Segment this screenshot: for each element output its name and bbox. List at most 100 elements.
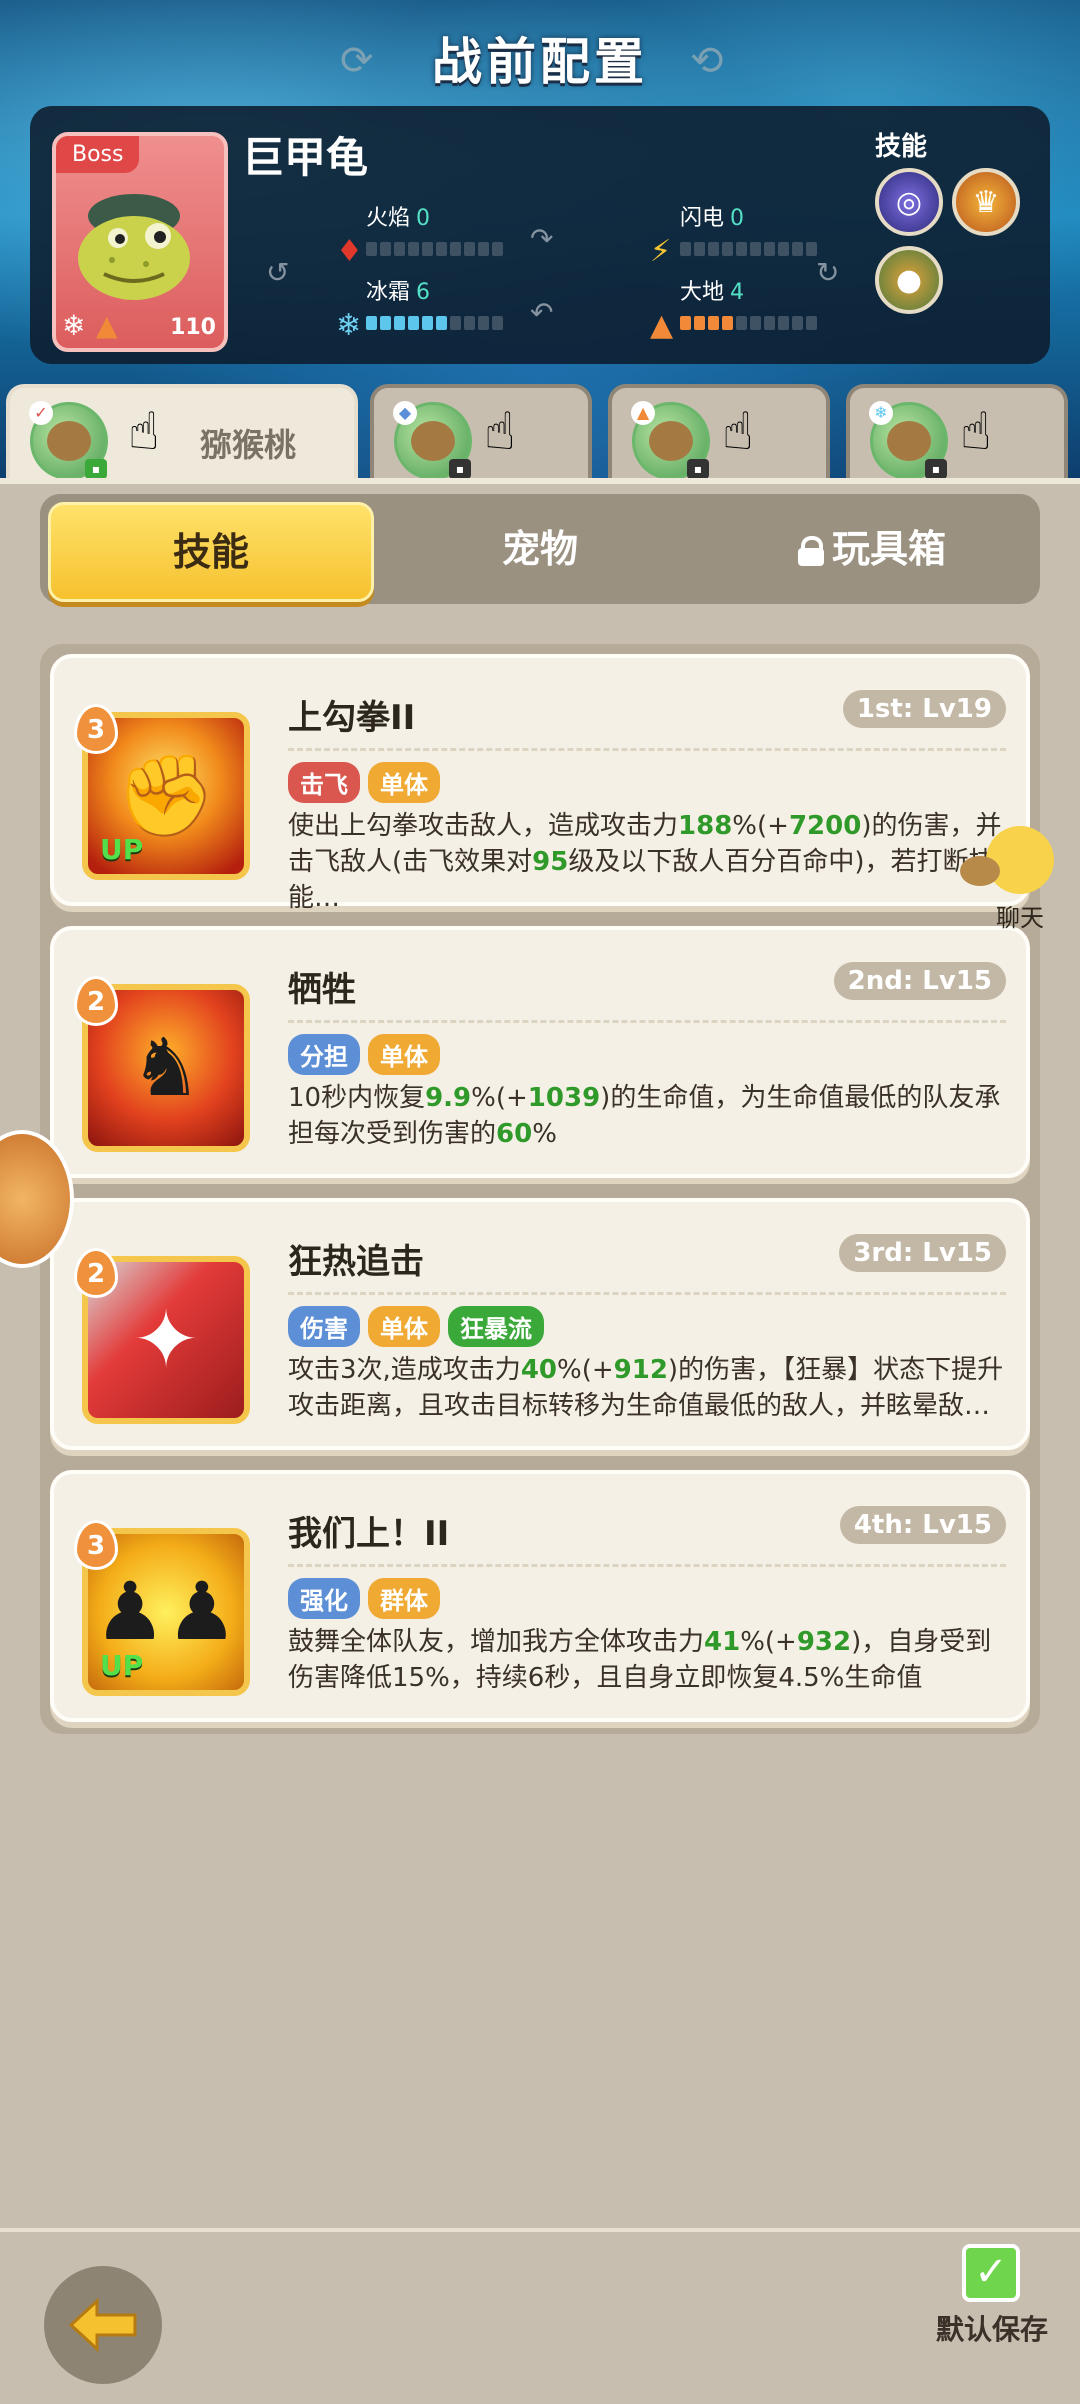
level-segment bbox=[380, 316, 391, 330]
skill-list: ✊ UP 3 上勾拳II 1st: Lv19 击飞 单体 使出上勾拳攻击敌人，造… bbox=[40, 644, 1040, 1734]
skill-description: 攻击3次,造成攻击力40%(+912)的伤害，【狂暴】状态下提升攻击距离，且攻击… bbox=[288, 1355, 1004, 1421]
stat-lightning-label: 闪电 bbox=[680, 206, 725, 231]
back-arrow-icon bbox=[68, 2297, 137, 2353]
stat-earth-value: 4 bbox=[730, 280, 745, 305]
lightning-level-bar bbox=[680, 242, 817, 256]
character-tab-2[interactable]: ◆ ▪ ☝ bbox=[370, 384, 592, 484]
slot-badge-icon: ▪ bbox=[449, 459, 471, 479]
level-segment bbox=[408, 242, 419, 256]
level-segment bbox=[680, 316, 691, 330]
level-segment bbox=[492, 316, 503, 330]
skill-title: 上勾拳II bbox=[288, 698, 416, 738]
level-segment bbox=[436, 242, 447, 256]
level-segment bbox=[464, 242, 475, 256]
stat-ice-value: 6 bbox=[416, 280, 431, 305]
tag-damage: 伤害 bbox=[288, 1306, 360, 1347]
category-tab-bar: 技能 宠物 玩具箱 bbox=[40, 494, 1040, 604]
level-segment bbox=[750, 316, 761, 330]
stat-earth: 大地 4 ▲ bbox=[650, 274, 817, 343]
skill-tags: 分担 单体 bbox=[288, 1034, 440, 1075]
level-segment bbox=[694, 316, 705, 330]
skill-title: 狂热追击 bbox=[288, 1242, 424, 1282]
skill-level-pill: 4th: Lv15 bbox=[839, 1506, 1006, 1544]
tap-hand-icon: ☝ bbox=[960, 402, 992, 462]
boss-skill-crown-icon[interactable]: ♛ bbox=[952, 168, 1020, 236]
level-segment bbox=[764, 242, 775, 256]
character-name: 猕猴桃 bbox=[200, 426, 297, 464]
equipped-badge-icon: ▪ bbox=[85, 459, 107, 479]
giant-turtle-portrait-icon bbox=[78, 194, 190, 300]
skill-card[interactable]: ♞ 2 牺牲 2nd: Lv15 分担 单体 10秒内恢复9.9%(+1039)… bbox=[50, 926, 1030, 1178]
tag-group: 群体 bbox=[368, 1578, 440, 1619]
skill-description: 使出上勾拳攻击敌人，造成攻击力188%(+7200)的伤害，并击飞敌人(击飞效果… bbox=[288, 811, 1002, 913]
cycle-arrow-icon: ↻ bbox=[816, 256, 840, 289]
lightning-element-dot-icon: ◆ bbox=[393, 401, 417, 425]
tag-buff: 强化 bbox=[288, 1578, 360, 1619]
skill-level-pill: 3rd: Lv15 bbox=[839, 1234, 1006, 1272]
default-save-label: 默认保存 bbox=[936, 2313, 1049, 2346]
stat-lightning: 闪电 0 ⚡ bbox=[650, 200, 817, 269]
ice-icon: ❄ bbox=[336, 308, 362, 343]
slot-badge-icon: ▪ bbox=[687, 459, 709, 479]
skill-card[interactable]: ✦ 2 狂热追击 3rd: Lv15 伤害 单体 狂暴流 攻击3次,造成攻击力4… bbox=[50, 1198, 1030, 1450]
level-segment bbox=[436, 316, 447, 330]
level-segment bbox=[380, 242, 391, 256]
boss-name: 巨甲龟 bbox=[242, 133, 369, 182]
skill-description: 鼓舞全体队友，增加我方全体攻击力41%(+932)，自身受到伤害降低15%，持续… bbox=[288, 1627, 992, 1693]
fire-level-bar bbox=[366, 242, 503, 256]
tag-berserk: 狂暴流 bbox=[448, 1306, 544, 1347]
level-segment bbox=[492, 242, 503, 256]
boss-portrait[interactable]: Boss ❄ ▲ 110 bbox=[52, 132, 228, 352]
skill-level-pill: 1st: Lv19 bbox=[842, 690, 1006, 728]
lightning-icon: ⚡ bbox=[650, 234, 672, 269]
level-segment bbox=[422, 242, 433, 256]
level-segment bbox=[394, 316, 405, 330]
level-segment bbox=[394, 242, 405, 256]
tab-skills[interactable]: 技能 bbox=[48, 502, 374, 602]
cycle-arrow-icon: ↶ bbox=[530, 296, 554, 329]
level-segment bbox=[464, 316, 475, 330]
tab-toybox[interactable]: 玩具箱 bbox=[712, 502, 1032, 596]
chat-button[interactable]: 聊天 bbox=[960, 826, 1070, 933]
level-segment bbox=[450, 316, 461, 330]
level-segment bbox=[408, 316, 419, 330]
character-tab-1[interactable]: ✓ ▪ ☝ 猕猴桃 bbox=[6, 384, 358, 484]
earth-level-bar bbox=[680, 316, 817, 330]
character-avatar: ▲ ▪ bbox=[631, 401, 710, 480]
lock-icon bbox=[797, 536, 824, 566]
tab-pets[interactable]: 宠物 bbox=[380, 502, 700, 596]
character-avatar: ❄ ▪ bbox=[869, 401, 948, 480]
default-save-checkbox[interactable]: ✓ bbox=[962, 2244, 1020, 2302]
tap-hand-icon: ☝ bbox=[722, 402, 754, 462]
page-title: 战前配置 bbox=[432, 33, 648, 91]
tap-hand-icon: ☝ bbox=[484, 402, 516, 462]
character-face-icon bbox=[649, 421, 693, 461]
tag-single-target: 单体 bbox=[368, 1306, 440, 1347]
level-segment bbox=[764, 316, 775, 330]
level-segment bbox=[722, 316, 733, 330]
character-face-icon bbox=[47, 421, 91, 461]
level-segment bbox=[792, 316, 803, 330]
boss-skill-vortex-icon[interactable]: ◎ bbox=[875, 168, 943, 236]
skill-card[interactable]: ♟♟ UP 3 我们上！II 4th: Lv15 强化 群体 鼓舞全体队友，增加… bbox=[50, 1470, 1030, 1722]
boss-level: 110 bbox=[170, 315, 216, 340]
back-button[interactable] bbox=[44, 2266, 162, 2384]
fire-icon: ♦ bbox=[336, 234, 363, 269]
level-segment bbox=[778, 316, 789, 330]
boss-info-panel: Boss ❄ ▲ 110 巨甲龟 火焰 0 ♦ 闪电 0 ⚡ 冰霜 6 ❄ 大地… bbox=[30, 106, 1050, 364]
config-panel: 技能 宠物 玩具箱 ✊ UP 3 上勾拳II 1st: Lv19 击飞 单体 使… bbox=[0, 478, 1080, 2234]
character-tab-3[interactable]: ▲ ▪ ☝ bbox=[608, 384, 830, 484]
skill-tags: 强化 群体 bbox=[288, 1578, 440, 1619]
character-face-icon bbox=[887, 421, 931, 461]
earth-element-icon: ▲ bbox=[96, 309, 118, 342]
bottom-bar: ✓ 默认保存 bbox=[0, 2228, 1080, 2404]
skill-card[interactable]: ✊ UP 3 上勾拳II 1st: Lv19 击飞 单体 使出上勾拳攻击敌人，造… bbox=[50, 654, 1030, 913]
character-tab-4[interactable]: ❄ ▪ ☝ bbox=[846, 384, 1068, 484]
level-segment bbox=[806, 242, 817, 256]
stat-earth-label: 大地 bbox=[680, 280, 725, 305]
tab-toybox-label: 玩具箱 bbox=[831, 527, 946, 571]
level-segment bbox=[736, 316, 747, 330]
boss-skill-beast-icon[interactable]: ● bbox=[875, 246, 943, 314]
level-segment bbox=[478, 316, 489, 330]
level-segment bbox=[694, 242, 705, 256]
